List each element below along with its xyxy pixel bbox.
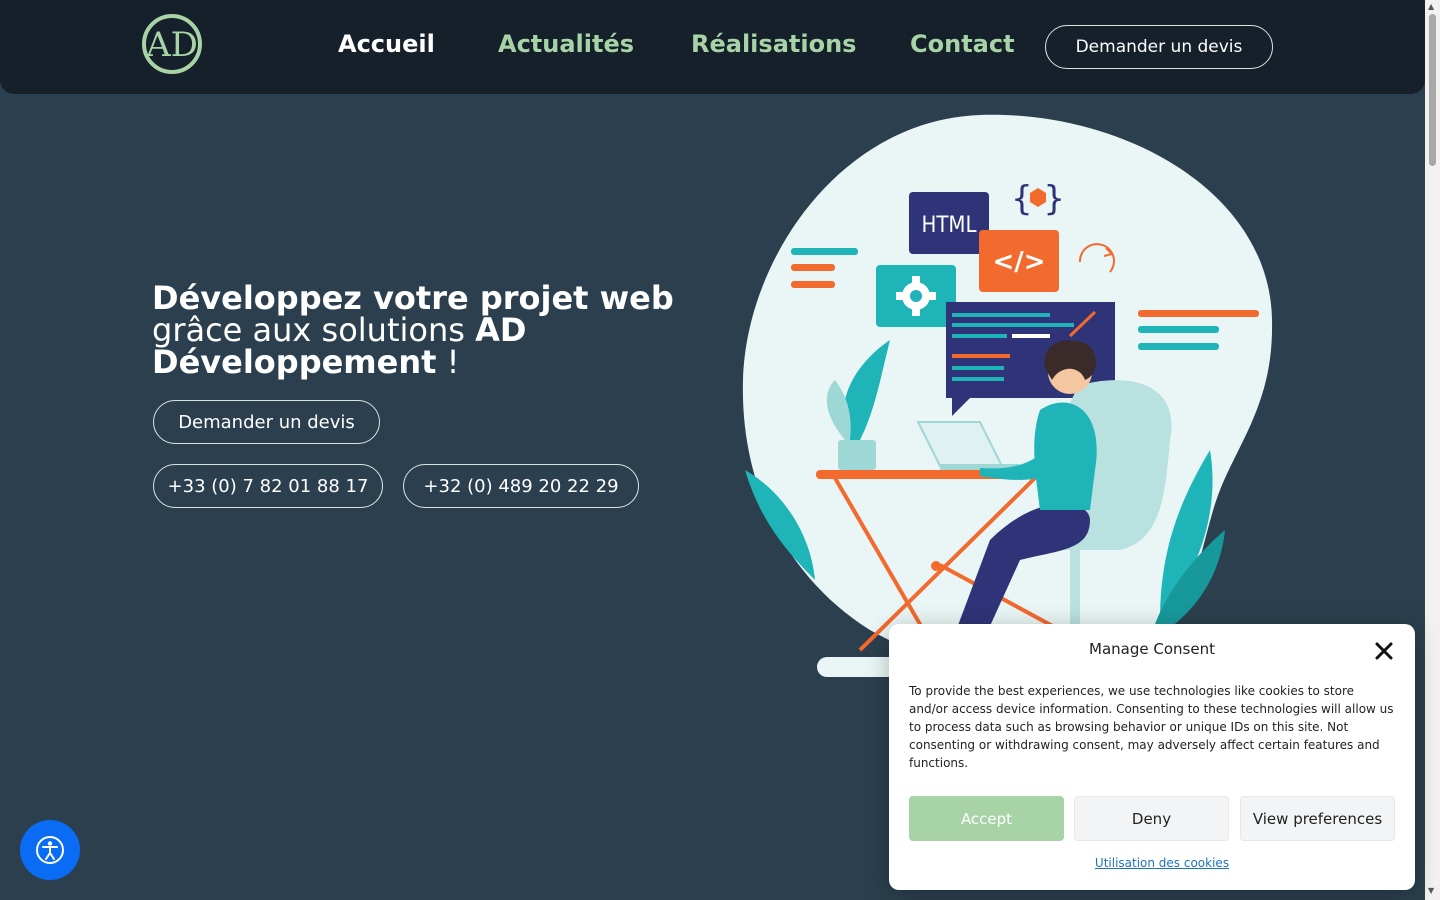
accessibility-icon bbox=[36, 836, 64, 864]
nav-contact[interactable]: Contact bbox=[910, 30, 1015, 58]
hero-illustration: HTML </> { } bbox=[742, 114, 1273, 677]
hero-title: Développez votre projet web grâce aux so… bbox=[152, 282, 712, 378]
logo[interactable]: AD bbox=[140, 12, 204, 76]
html-label: HTML bbox=[921, 213, 976, 238]
phone-fr-button[interactable]: +33 (0) 7 82 01 88 17 bbox=[153, 464, 383, 508]
cookie-policy-link[interactable]: Utilisation des cookies bbox=[909, 856, 1415, 870]
hero-quote-button[interactable]: Demander un devis bbox=[153, 400, 380, 444]
plant-pot bbox=[838, 440, 876, 470]
hero-line-3-end: ! bbox=[436, 343, 460, 381]
code-label: </> bbox=[992, 247, 1045, 277]
scroll-down-icon[interactable]: ▼ bbox=[1428, 886, 1434, 895]
consent-text: To provide the best experiences, we use … bbox=[909, 684, 1394, 770]
phone-be-button[interactable]: +32 (0) 489 20 22 29 bbox=[403, 464, 639, 508]
deny-button[interactable]: Deny bbox=[1074, 796, 1229, 841]
nav-accueil[interactable]: Accueil bbox=[338, 30, 435, 58]
hero-line-1: Développez votre projet web bbox=[152, 279, 674, 317]
deco-line bbox=[1138, 310, 1259, 317]
header-quote-button[interactable]: Demander un devis bbox=[1045, 25, 1273, 69]
deco-line bbox=[1138, 326, 1219, 333]
scroll-up-icon[interactable]: ▲ bbox=[1428, 2, 1434, 11]
logo-text: AD bbox=[145, 25, 198, 65]
hero-line-3-bold: Développement bbox=[152, 343, 437, 381]
accessibility-button[interactable] bbox=[20, 820, 80, 880]
consent-title: Manage Consent bbox=[1089, 640, 1215, 658]
scrollbar-thumb[interactable] bbox=[1429, 14, 1436, 166]
nav-realisations[interactable]: Réalisations bbox=[691, 30, 856, 58]
consent-dialog: Manage Consent To provide the best exper… bbox=[889, 624, 1415, 890]
nav-actualites[interactable]: Actualités bbox=[498, 30, 634, 58]
deco-line bbox=[791, 264, 835, 271]
deco-line bbox=[791, 281, 835, 288]
site-header: AD Accueil Actualités Réalisations Conta… bbox=[0, 0, 1425, 94]
close-icon[interactable] bbox=[1373, 640, 1395, 662]
view-preferences-button[interactable]: View preferences bbox=[1240, 796, 1395, 841]
hero-line-2-bold: AD bbox=[475, 311, 527, 349]
deco-line bbox=[791, 248, 858, 255]
accept-button[interactable]: Accept bbox=[909, 796, 1064, 841]
deco-line bbox=[1138, 343, 1219, 350]
